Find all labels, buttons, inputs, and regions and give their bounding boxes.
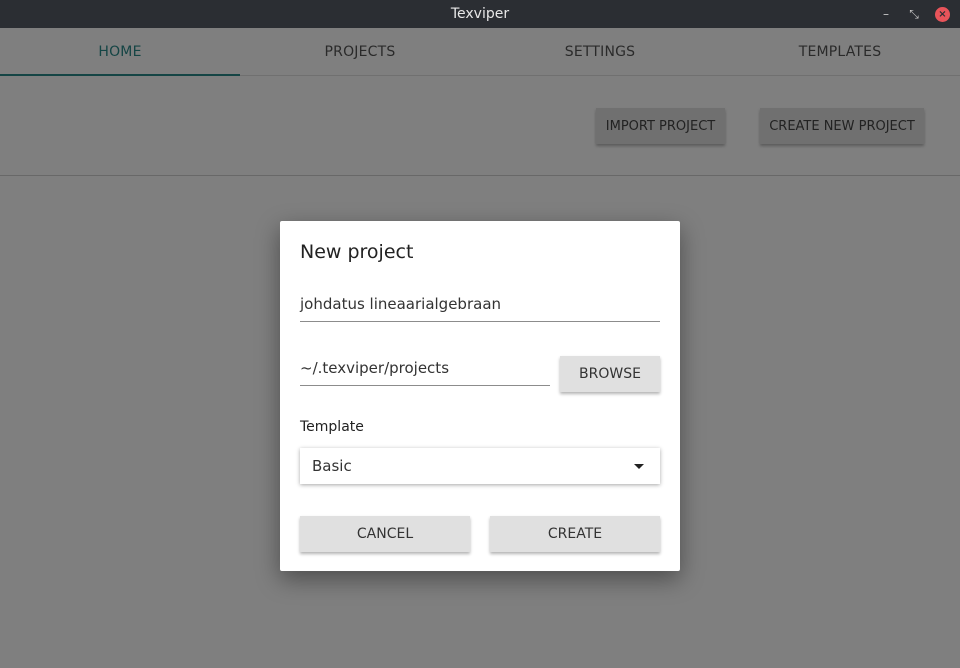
browse-button[interactable]: BROWSE [560,356,660,392]
new-project-dialog: New project johdatus lineaarialgebraan ~… [280,221,680,571]
template-select[interactable]: Basic [300,448,660,484]
create-button[interactable]: CREATE [490,516,660,552]
template-select-value: Basic [312,457,352,475]
minimize-icon[interactable]: – [879,7,893,21]
template-label: Template [300,419,364,435]
project-path-input[interactable]: ~/.texviper/projects [300,358,550,386]
dialog-title: New project [300,241,414,263]
close-icon[interactable]: × [935,6,950,22]
window-controls: – ⤡ × [879,0,950,28]
window-title: Texviper [450,6,510,22]
project-name-input[interactable]: johdatus lineaarialgebraan [300,294,660,322]
restore-icon[interactable]: ⤡ [907,7,921,21]
cancel-button[interactable]: CANCEL [300,516,470,552]
chevron-down-icon [634,464,644,469]
window-titlebar: Texviper – ⤡ × [0,0,960,28]
